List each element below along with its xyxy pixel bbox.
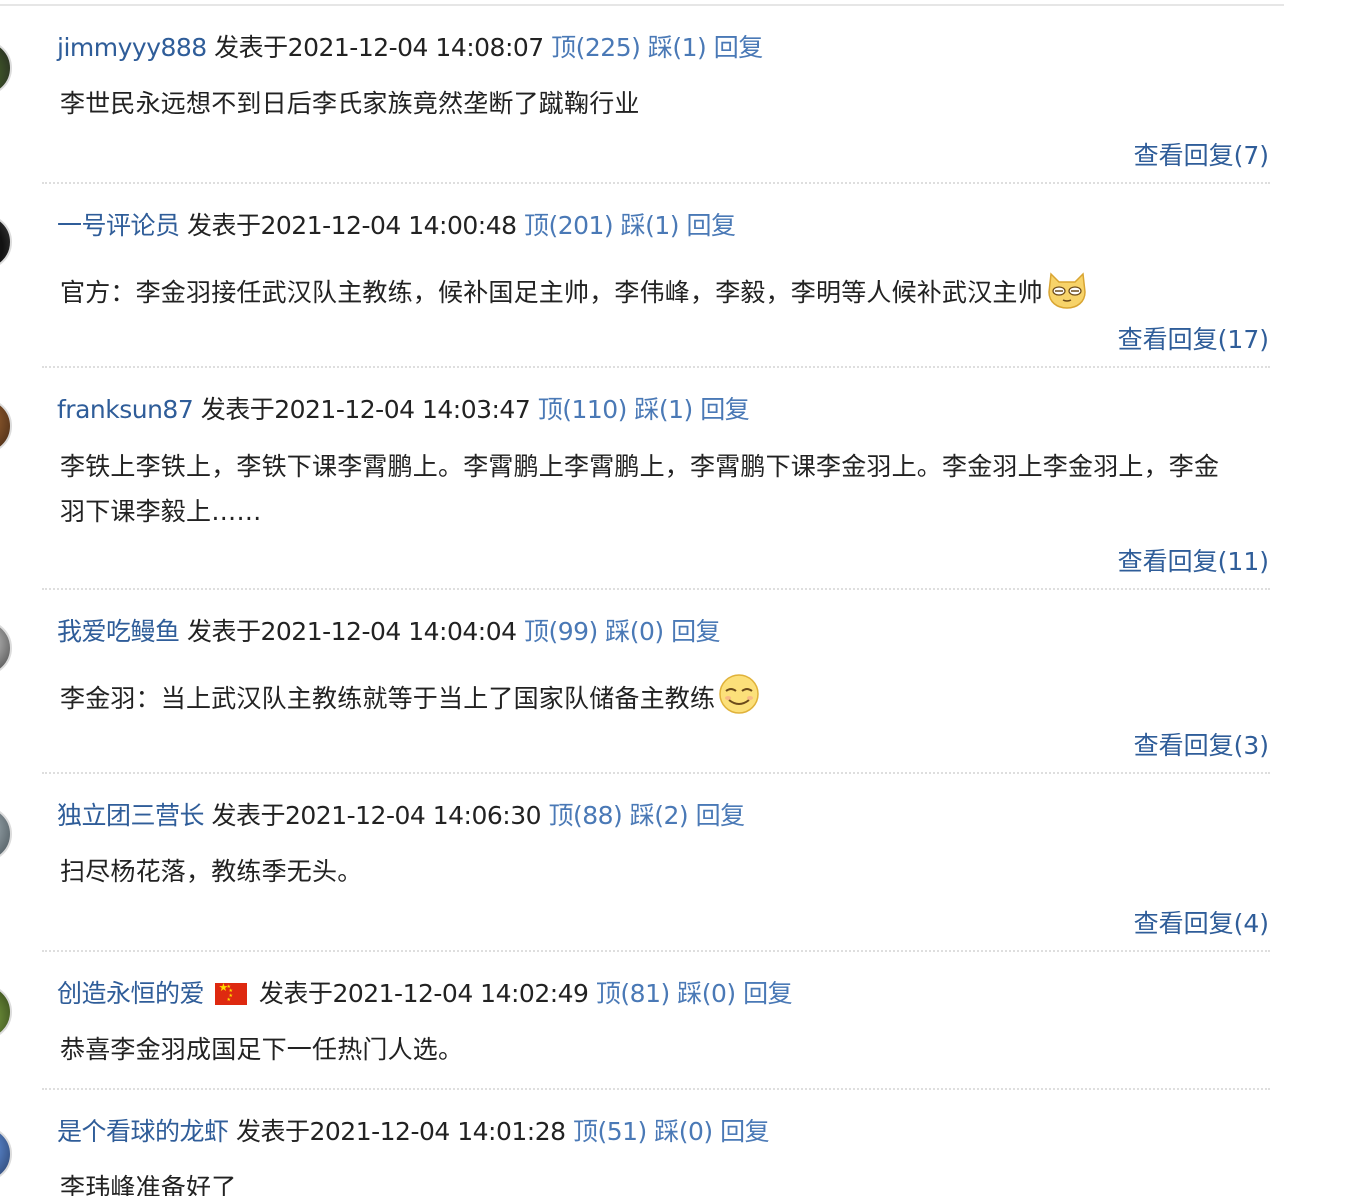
avatar[interactable]: [0, 620, 12, 676]
comment-meta: 独立团三营长 发表于2021-12-04 14:06:30 顶(88) 踩(2)…: [57, 798, 745, 834]
comment-text-content: 李世民永远想不到日后李氏家族竟然垄断了蹴鞠行业: [60, 89, 640, 118]
comment-meta: 我爱吃鳗鱼 发表于2021-12-04 14:04:04 顶(99) 踩(0) …: [57, 614, 721, 650]
avatar[interactable]: [0, 40, 12, 96]
upvote-link[interactable]: 顶(88): [548, 801, 622, 830]
comment-text: 李玮峰准备好了: [60, 1166, 1250, 1196]
comment-text-content: 李金羽：当上武汉队主教练就等于当上了国家队储备主教练: [60, 684, 716, 713]
username-link[interactable]: jimmyyy888: [57, 33, 207, 62]
upvote-link[interactable]: 顶(201): [524, 211, 614, 240]
upvote-link[interactable]: 顶(99): [524, 617, 598, 646]
china-flag-icon: ★ ★ ★ ★ ★: [215, 982, 248, 1005]
avatar[interactable]: [0, 806, 12, 862]
comment-text: 扫尽杨花落，教练季无头。: [60, 850, 1250, 894]
avatar[interactable]: [0, 1126, 12, 1182]
upvote-link[interactable]: 顶(225): [551, 33, 641, 62]
comment-text: 李铁上李铁上，李铁下课李霄鹏上。李霄鹏上李霄鹏上，李霄鹏下课李金羽上。李金羽上李…: [60, 444, 1240, 534]
upvote-link[interactable]: 顶(81): [596, 979, 670, 1008]
comment-text-content: 官方：李金羽接任武汉队主教练，候补国足主帅，李伟峰，李毅，李明等人候补武汉主帅: [60, 278, 1043, 307]
username-link[interactable]: 我爱吃鳗鱼: [57, 617, 180, 646]
downvote-link[interactable]: 踩(1): [621, 211, 680, 240]
reply-link[interactable]: 回复: [696, 801, 746, 830]
avatar[interactable]: [0, 214, 12, 270]
reply-link[interactable]: 回复: [720, 1117, 770, 1146]
view-replies-link[interactable]: 查看回复(17): [1118, 322, 1269, 358]
downvote-link[interactable]: 踩(1): [634, 395, 693, 424]
username-link[interactable]: 创造永恒的爱: [57, 979, 205, 1008]
posted-label: 发表于: [214, 33, 288, 62]
posted-label: 发表于: [200, 395, 275, 424]
comment-divider: [42, 1088, 1270, 1090]
smirk-emoji-icon: [719, 674, 759, 714]
comment-text-content: 李铁上李铁上，李铁下课李霄鹏上。李霄鹏上李霄鹏上，李霄鹏下课李金羽上。李金羽上李…: [60, 452, 1220, 526]
downvote-link[interactable]: 踩(1): [648, 33, 707, 62]
comment-divider: [42, 950, 1270, 952]
comment-meta: jimmyyy888 发表于2021-12-04 14:08:07 顶(225)…: [57, 30, 763, 66]
avatar[interactable]: [0, 398, 12, 454]
posted-label: 发表于: [186, 211, 261, 240]
username-link[interactable]: 是个看球的龙虾: [57, 1117, 229, 1146]
posted-label: 发表于: [235, 1117, 310, 1146]
comment-divider: [42, 182, 1270, 184]
comment-text-content: 扫尽杨花落，教练季无头。: [60, 857, 363, 886]
posted-label: 发表于: [258, 979, 333, 1008]
comment-page: jimmyyy888 发表于2021-12-04 14:08:07 顶(225)…: [0, 0, 1348, 1196]
comment-meta: 是个看球的龙虾 发表于2021-12-04 14:01:28 顶(51) 踩(0…: [57, 1114, 770, 1150]
top-divider: [0, 4, 1284, 6]
comment-divider: [42, 366, 1270, 368]
username-link[interactable]: franksun87: [57, 395, 194, 424]
upvote-link[interactable]: 顶(110): [538, 395, 628, 424]
posted-label: 发表于: [211, 801, 285, 830]
reply-link[interactable]: 回复: [671, 617, 721, 646]
view-replies-link[interactable]: 查看回复(11): [1118, 544, 1269, 580]
posted-label: 发表于: [186, 617, 261, 646]
post-time: 2021-12-04 14:02:49: [332, 979, 589, 1008]
avatar[interactable]: [0, 984, 12, 1040]
view-replies-link[interactable]: 查看回复(3): [1134, 728, 1269, 764]
comment-text: 李金羽：当上武汉队主教练就等于当上了国家队储备主教练: [60, 672, 1250, 721]
downvote-link[interactable]: 踩(0): [654, 1117, 713, 1146]
post-time: 2021-12-04 14:01:28: [309, 1117, 566, 1146]
comment-meta: 创造永恒的爱 ★ ★ ★ ★ ★ 发表于2021-12-04 14:02:49 顶(81…: [57, 976, 793, 1012]
comment-divider: [42, 772, 1270, 774]
post-time: 2021-12-04 14:04:04: [260, 617, 517, 646]
reply-link[interactable]: 回复: [687, 211, 737, 240]
downvote-link[interactable]: 踩(2): [630, 801, 689, 830]
post-time: 2021-12-04 14:03:47: [274, 395, 531, 424]
cat-emoji-icon: [1048, 272, 1086, 309]
reply-link[interactable]: 回复: [714, 33, 764, 62]
username-link[interactable]: 独立团三营长: [57, 801, 205, 830]
downvote-link[interactable]: 踩(0): [677, 979, 736, 1008]
comment-text-content: 恭喜李金羽成国足下一任热门人选。: [60, 1035, 464, 1064]
upvote-link[interactable]: 顶(51): [573, 1117, 647, 1146]
comment-meta: 一号评论员 发表于2021-12-04 14:00:48 顶(201) 踩(1)…: [57, 208, 736, 244]
comment-text: 李世民永远想不到日后李氏家族竟然垄断了蹴鞠行业: [60, 82, 1250, 126]
comment-text: 恭喜李金羽成国足下一任热门人选。: [60, 1028, 1250, 1072]
username-link[interactable]: 一号评论员: [57, 211, 180, 240]
comment-divider: [42, 588, 1270, 590]
comment-meta: franksun87 发表于2021-12-04 14:03:47 顶(110)…: [57, 392, 750, 428]
view-replies-link[interactable]: 查看回复(4): [1134, 906, 1269, 942]
downvote-link[interactable]: 踩(0): [605, 617, 664, 646]
view-replies-link[interactable]: 查看回复(7): [1134, 138, 1269, 174]
post-time: 2021-12-04 14:00:48: [260, 211, 517, 240]
comment-text-content: 李玮峰准备好了: [60, 1173, 237, 1196]
post-time: 2021-12-04 14:08:07: [287, 33, 545, 62]
post-time: 2021-12-04 14:06:30: [284, 801, 542, 830]
reply-link[interactable]: 回复: [743, 979, 793, 1008]
reply-link[interactable]: 回复: [700, 395, 750, 424]
comment-text: 官方：李金羽接任武汉队主教练，候补国足主帅，李伟峰，李毅，李明等人候补武汉主帅: [60, 266, 1250, 315]
